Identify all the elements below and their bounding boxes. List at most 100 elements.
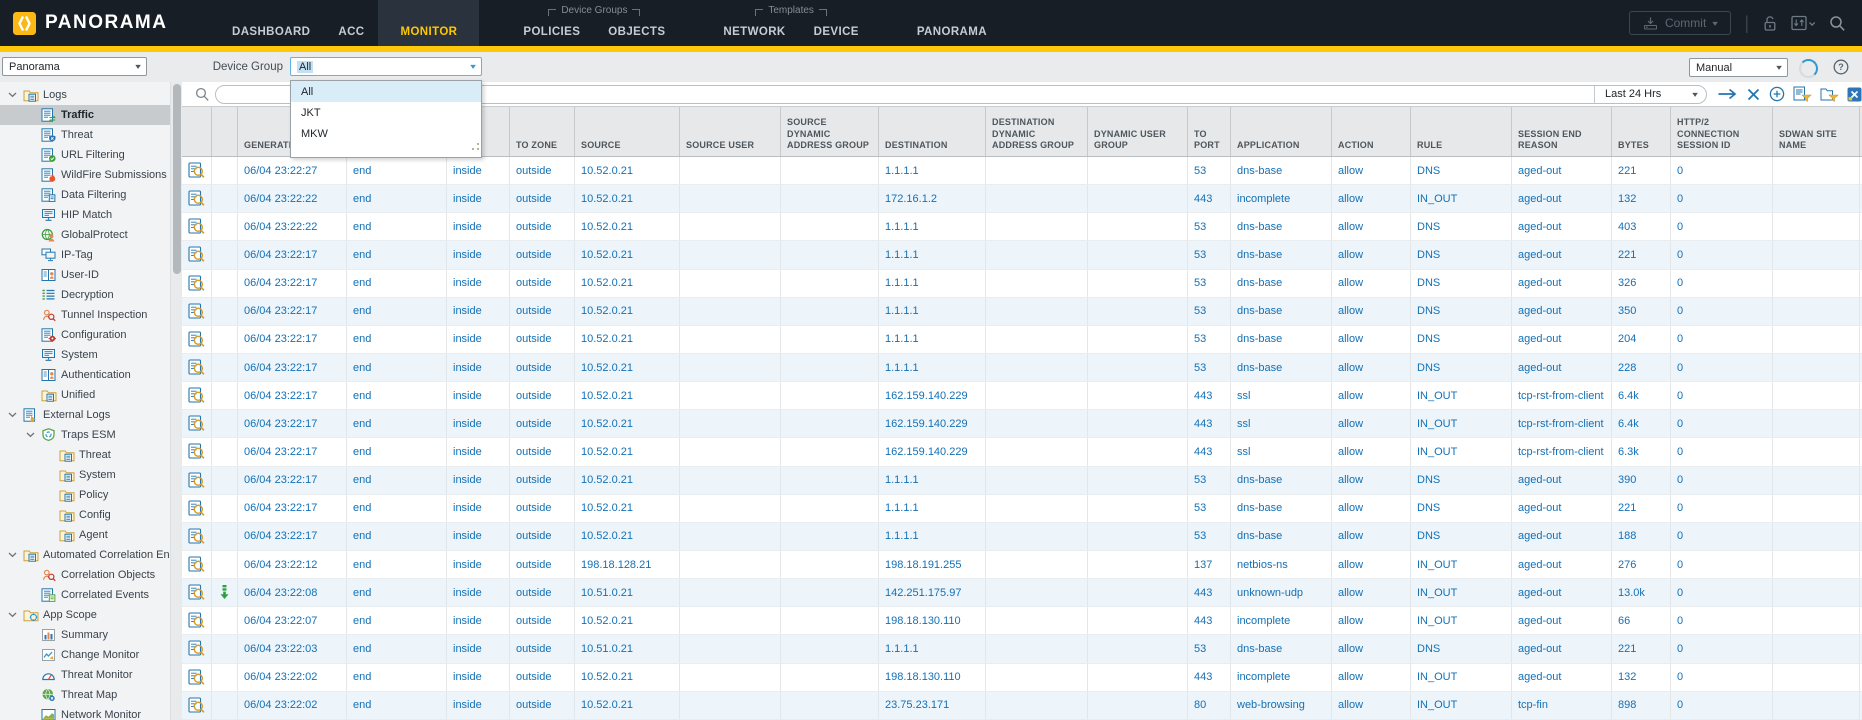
nav-tab-device[interactable]: DEVICE (800, 0, 873, 46)
cell-application[interactable]: dns-base (1231, 241, 1332, 268)
cell-action[interactable]: allow (1332, 523, 1411, 550)
cell-rule[interactable]: DNS (1411, 241, 1512, 268)
cell-to-port[interactable]: 137 (1188, 551, 1231, 578)
log-detail-icon[interactable] (182, 185, 212, 212)
cell-to-port[interactable]: 53 (1188, 326, 1231, 353)
sidebar-item-system[interactable]: System (0, 465, 170, 485)
cell-rule[interactable]: DNS (1411, 326, 1512, 353)
cell-generate-time[interactable]: 06/04 23:22:17 (238, 438, 347, 465)
cell-application[interactable]: dns-base (1231, 157, 1332, 184)
cell-action[interactable]: allow (1332, 692, 1411, 719)
cell-http-2-connection-session-id[interactable]: 0 (1671, 635, 1773, 662)
cell-session-end-reason[interactable]: aged-out (1512, 213, 1612, 240)
cell-http-2-connection-session-id[interactable]: 0 (1671, 241, 1773, 268)
cell-source[interactable]: 10.51.0.21 (575, 635, 680, 662)
cell-bytes[interactable]: 6.3k (1612, 438, 1671, 465)
cell-to-port[interactable]: 53 (1188, 495, 1231, 522)
cell-session-end-reason[interactable]: aged-out (1512, 635, 1612, 662)
cell-generate-time[interactable]: 06/04 23:22:03 (238, 635, 347, 662)
cell-from-zone[interactable]: inside (447, 635, 510, 662)
cell-bytes[interactable]: 390 (1612, 467, 1671, 494)
cell-to-zone[interactable]: outside (510, 579, 575, 606)
cell-generate-time[interactable]: 06/04 23:22:17 (238, 298, 347, 325)
sidebar-item-data-filtering[interactable]: Data Filtering (0, 185, 170, 205)
resize-grip-icon[interactable] (471, 138, 480, 156)
cell-source[interactable]: 10.52.0.21 (575, 382, 680, 409)
context-select[interactable]: Panorama ▾ (2, 57, 147, 76)
cell-generate-time[interactable]: 06/04 23:22:17 (238, 410, 347, 437)
cell-type[interactable]: end (347, 354, 447, 381)
cell-bytes[interactable]: 132 (1612, 185, 1671, 212)
cell-destination[interactable]: 1.1.1.1 (879, 495, 986, 522)
cell-type[interactable]: end (347, 382, 447, 409)
cell-to-zone[interactable]: outside (510, 241, 575, 268)
export-icon[interactable] (1847, 87, 1862, 102)
cell-rule[interactable]: IN_OUT (1411, 185, 1512, 212)
cell-to-port[interactable]: 443 (1188, 382, 1231, 409)
cell-type[interactable]: end (347, 438, 447, 465)
scrollbar-thumb[interactable] (173, 84, 181, 274)
cell-action[interactable]: allow (1332, 326, 1411, 353)
cell-type[interactable]: end (347, 635, 447, 662)
cell-from-zone[interactable]: inside (447, 438, 510, 465)
cell-from-zone[interactable]: inside (447, 664, 510, 691)
cell-from-zone[interactable]: inside (447, 692, 510, 719)
cell-application[interactable]: ssl (1231, 438, 1332, 465)
log-detail-icon[interactable] (182, 157, 212, 184)
cell-action[interactable]: allow (1332, 495, 1411, 522)
cell-rule[interactable]: DNS (1411, 298, 1512, 325)
sidebar-item-config[interactable]: Config (0, 505, 170, 525)
column-header-destination[interactable]: DESTINATION (879, 107, 986, 156)
commit-button[interactable]: Commit ▾ (1629, 11, 1731, 35)
sidebar-item-authentication[interactable]: Authentication (0, 365, 170, 385)
sidebar-item-policy[interactable]: Policy (0, 485, 170, 505)
tree-collapse-icon[interactable] (26, 432, 41, 438)
cell-http-2-connection-session-id[interactable]: 0 (1671, 467, 1773, 494)
cell-type[interactable]: end (347, 551, 447, 578)
cell-to-zone[interactable]: outside (510, 664, 575, 691)
cell-generate-time[interactable]: 06/04 23:22:27 (238, 157, 347, 184)
sidebar-item-threat-monitor[interactable]: Threat Monitor (0, 665, 170, 685)
cell-bytes[interactable]: 350 (1612, 298, 1671, 325)
sidebar-item-network-monitor[interactable]: Network Monitor (0, 705, 170, 720)
nav-tab-network[interactable]: NETWORK (709, 0, 799, 46)
cell-from-zone[interactable]: inside (447, 382, 510, 409)
cell-http-2-connection-session-id[interactable]: 0 (1671, 664, 1773, 691)
cell-bytes[interactable]: 221 (1612, 635, 1671, 662)
cell-type[interactable]: end (347, 241, 447, 268)
cell-action[interactable]: allow (1332, 607, 1411, 634)
cell-application[interactable]: incomplete (1231, 607, 1332, 634)
cell-rule[interactable]: IN_OUT (1411, 664, 1512, 691)
cell-type[interactable]: end (347, 692, 447, 719)
cell-source[interactable]: 10.51.0.21 (575, 579, 680, 606)
sidebar-item-user-id[interactable]: User-ID (0, 265, 170, 285)
cell-from-zone[interactable]: inside (447, 326, 510, 353)
cell-bytes[interactable]: 898 (1612, 692, 1671, 719)
sidebar-item-traps-esm[interactable]: Traps ESM (0, 425, 170, 445)
nav-tab-objects[interactable]: OBJECTS (594, 0, 679, 46)
sidebar-item-url-filtering[interactable]: URL Filtering (0, 145, 170, 165)
cell-application[interactable]: dns-base (1231, 467, 1332, 494)
cell-bytes[interactable]: 6.4k (1612, 382, 1671, 409)
cell-type[interactable]: end (347, 157, 447, 184)
cell-action[interactable]: allow (1332, 270, 1411, 297)
cell-http-2-connection-session-id[interactable]: 0 (1671, 579, 1773, 606)
cell-to-zone[interactable]: outside (510, 551, 575, 578)
cell-bytes[interactable]: 188 (1612, 523, 1671, 550)
cell-to-zone[interactable]: outside (510, 635, 575, 662)
log-detail-icon[interactable] (182, 298, 212, 325)
device-group-option-jkt[interactable]: JKT (291, 102, 481, 123)
log-detail-icon[interactable] (182, 410, 212, 437)
cell-bytes[interactable]: 132 (1612, 664, 1671, 691)
cell-session-end-reason[interactable]: aged-out (1512, 551, 1612, 578)
cell-to-zone[interactable]: outside (510, 354, 575, 381)
cell-to-zone[interactable]: outside (510, 270, 575, 297)
cell-session-end-reason[interactable]: tcp-rst-from-client (1512, 438, 1612, 465)
sidebar-item-correlation-objects[interactable]: Correlation Objects (0, 565, 170, 585)
cell-destination[interactable]: 162.159.140.229 (879, 438, 986, 465)
help-icon[interactable]: ? (1833, 59, 1849, 80)
device-group-combobox[interactable]: All ▾ (290, 57, 482, 76)
cell-bytes[interactable]: 66 (1612, 607, 1671, 634)
cell-rule[interactable]: IN_OUT (1411, 410, 1512, 437)
cell-to-zone[interactable]: outside (510, 298, 575, 325)
